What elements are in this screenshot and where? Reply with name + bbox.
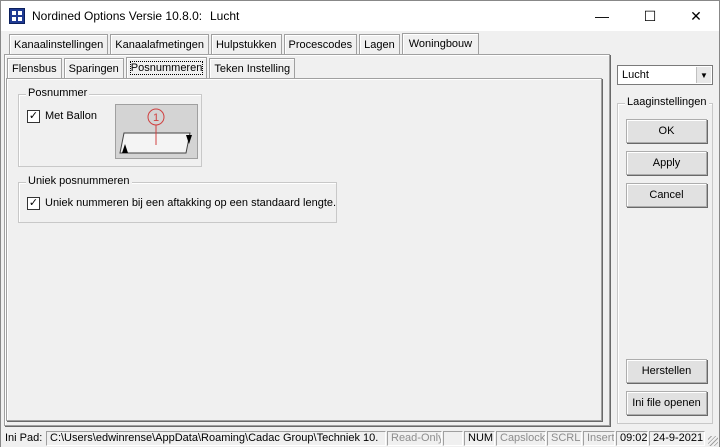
sub-tab-row: Flensbus Sparingen Posnummeren Teken Ins… — [7, 57, 297, 78]
met-ballon-label[interactable]: Met Ballon — [45, 110, 97, 122]
balloon-number: 1 — [153, 112, 159, 124]
tab-hulpstukken[interactable]: Hulpstukken — [210, 34, 282, 54]
ini-file-openen-button[interactable]: Ini file openen — [626, 391, 707, 415]
tab-label: Posnummeren — [129, 61, 204, 75]
posnummer-legend: Posnummer — [26, 87, 90, 99]
maximize-button[interactable]: ☐ — [627, 1, 673, 31]
time-display: 09:02 — [616, 431, 648, 446]
met-ballon-checkbox[interactable]: ✓ — [27, 110, 40, 123]
tab-label: Kanaalafmetingen — [115, 38, 204, 51]
capslock-indicator: Capslock — [496, 431, 546, 446]
ini-path: C:\Users\edwinrense\AppData\Roaming\Cada… — [46, 431, 386, 446]
chevron-down-icon[interactable]: ▼ — [696, 67, 711, 83]
ini-pad-label: Ini Pad: — [5, 432, 43, 444]
tab-label: Procescodes — [288, 38, 353, 51]
tab-kanaalafmetingen[interactable]: Kanaalafmetingen — [110, 34, 209, 54]
close-button[interactable]: ✕ — [673, 1, 719, 31]
layer-select-value: Lucht — [622, 69, 649, 81]
num-indicator: NUM — [464, 431, 495, 446]
main-tab-row: Kanaalinstellingen Kanaalafmetingen Hulp… — [9, 33, 481, 54]
app-icon — [9, 8, 25, 24]
tab-lagen[interactable]: Lagen — [359, 34, 400, 54]
title-bar: Nordined Options Versie 10.8.0: Lucht — … — [1, 1, 719, 31]
resize-grip-icon[interactable] — [708, 436, 718, 446]
posnummer-group: Posnummer ✓ Met Ballon 1 — [18, 87, 202, 167]
tab-flensbus[interactable]: Flensbus — [7, 58, 62, 78]
uniek-group: Uniek posnummeren ✓ Uniek nummeren bij e… — [18, 175, 337, 223]
balloon-preview-drawing: 1 — [119, 108, 192, 154]
minimize-button[interactable]: — — [579, 1, 625, 31]
laaginstellingen-legend: Laaginstellingen — [625, 96, 709, 108]
uniek-checkbox-label[interactable]: Uniek nummeren bij een aftakking op een … — [45, 197, 336, 209]
insert-indicator: Insert — [583, 431, 615, 446]
tab-procescodes[interactable]: Procescodes — [283, 34, 358, 54]
status-bar: Ini Pad: C:\Users\edwinrense\AppData\Roa… — [1, 430, 719, 447]
scrl-indicator: SCRL — [547, 431, 582, 446]
tab-kanaalinstellingen[interactable]: Kanaalinstellingen — [9, 34, 109, 54]
uniek-checkbox[interactable]: ✓ — [27, 197, 40, 210]
status-empty-cell — [443, 431, 463, 446]
tab-sparingen[interactable]: Sparingen — [63, 58, 124, 78]
tab-label: Woningbouw — [408, 38, 473, 50]
tab-label: Lagen — [364, 38, 395, 51]
tab-label: Kanaalinstellingen — [14, 38, 104, 51]
layer-select[interactable]: Lucht ▼ — [617, 65, 713, 85]
apply-button[interactable]: Apply — [626, 151, 707, 175]
readonly-indicator: Read-Only — [387, 431, 442, 446]
date-display: 24-9-2021 — [649, 431, 705, 446]
tab-label: Teken Instelling — [214, 62, 291, 75]
herstellen-button[interactable]: Herstellen — [626, 359, 707, 383]
balloon-preview-image: 1 — [115, 104, 198, 159]
tab-label: Hulpstukken — [215, 38, 277, 51]
tab-label: Flensbus — [12, 62, 57, 75]
cancel-button[interactable]: Cancel — [626, 183, 707, 207]
window-title: Nordined Options Versie 10.8.0: — [32, 9, 203, 23]
tab-posnummeren[interactable]: Posnummeren — [125, 57, 208, 78]
tab-teken-instelling[interactable]: Teken Instelling — [209, 58, 296, 78]
uniek-legend: Uniek posnummeren — [26, 175, 132, 187]
tab-label: Sparingen — [68, 62, 119, 75]
options-window: Nordined Options Versie 10.8.0: Lucht — … — [0, 0, 720, 447]
ok-button[interactable]: OK — [626, 119, 707, 143]
window-document: Lucht — [210, 9, 240, 23]
tab-woningbouw[interactable]: Woningbouw — [401, 33, 480, 54]
